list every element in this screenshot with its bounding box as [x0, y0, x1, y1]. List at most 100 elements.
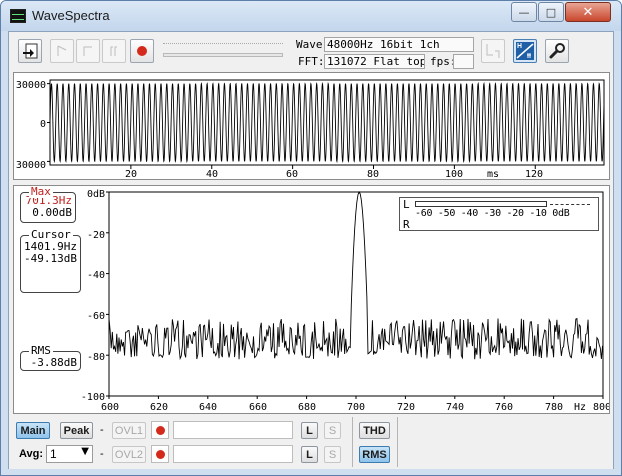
- ovl1-button[interactable]: OVL1: [112, 422, 146, 439]
- level-meter: L -60 -50 -40 -30 -20 -10 0dB R: [399, 197, 599, 231]
- spec-y-tick-40: -40: [87, 270, 105, 281]
- spec-x-tick-620: 620: [150, 402, 168, 413]
- position-slider[interactable]: [161, 42, 287, 62]
- fft-setting-field: 131072 Flat top: [324, 54, 425, 69]
- main-button[interactable]: Main: [16, 422, 50, 439]
- ovl1-record-button[interactable]: [151, 421, 169, 439]
- wave-x-tick-60: 60: [286, 169, 298, 179]
- cursor-readout: Cursor 1401.9Hz -49.13dB: [20, 229, 81, 293]
- spec-x-tick-640: 640: [199, 402, 217, 413]
- wave-y-tick-zero: 0: [40, 119, 46, 130]
- app-window: WaveSpectra — □ ✕ Wave: 48000Hz 16bit 1c…: [0, 0, 622, 476]
- wave-y-tick-min: -30000: [14, 160, 46, 171]
- ovl2-record-button[interactable]: [151, 445, 169, 463]
- ovl1-load-button[interactable]: L: [301, 422, 318, 439]
- spec-x-tick-760: 760: [495, 402, 513, 413]
- cursor-caption: Cursor: [29, 228, 73, 241]
- spectrum-panel[interactable]: 0dB -20 -40 -60 -80 -100 600 620 640 660…: [13, 185, 610, 414]
- spec-x-unit: Hz: [574, 402, 586, 413]
- stop-button[interactable]: [76, 39, 100, 63]
- ovl1-save-button[interactable]: S: [324, 422, 341, 439]
- spec-x-tick-600: 600: [101, 402, 119, 413]
- spec-x-tick-740: 740: [446, 402, 464, 413]
- wave-x-tick-80: 80: [367, 169, 379, 179]
- ovl2-dash: -: [100, 448, 104, 460]
- ovl2-button[interactable]: OVL2: [112, 446, 146, 463]
- title-bar[interactable]: WaveSpectra — □ ✕: [1, 1, 621, 31]
- spec-x-tick-780: 780: [545, 402, 563, 413]
- max-caption: Max: [29, 185, 53, 198]
- max-level: 0.00dB: [32, 206, 72, 219]
- slider-track: [163, 53, 283, 57]
- maximize-icon: □: [545, 5, 557, 19]
- level-meter-left-bar: [415, 201, 547, 207]
- bottom-divider: [352, 417, 353, 467]
- rms-caption: RMS: [29, 344, 53, 357]
- waveform-panel[interactable]: 30000 0 -30000 20 40 60 80 100 ms 120: [13, 72, 610, 180]
- spec-y-tick-60: -60: [87, 311, 105, 322]
- settings-button[interactable]: [545, 39, 569, 63]
- ovl2-load-button[interactable]: L: [301, 446, 318, 463]
- wave-x-tick-40: 40: [206, 169, 218, 179]
- waveform-chart: 30000 0 -30000 20 40 60 80 100 ms 120: [14, 79, 605, 179]
- pause-button[interactable]: [102, 39, 126, 63]
- record-icon: [137, 46, 147, 56]
- channel-icon: [486, 44, 500, 58]
- level-meter-scale: -60 -50 -40 -30 -20 -10 0dB: [415, 208, 570, 219]
- spec-x-tick-660: 660: [249, 402, 267, 413]
- level-meter-left-peak: [550, 204, 590, 205]
- wave-x-tick-120: 120: [525, 169, 543, 179]
- peak-button[interactable]: Peak: [60, 422, 93, 439]
- avg-select[interactable]: 1 ▼: [46, 445, 93, 463]
- stop-icon: [83, 46, 92, 56]
- open-file-icon: [23, 43, 38, 59]
- minimize-button[interactable]: —: [511, 2, 537, 22]
- cursor-level: -49.13dB: [24, 252, 77, 265]
- slider-ticks: [163, 43, 283, 48]
- spec-x-tick-720: 720: [397, 402, 415, 413]
- ovl1-dash: -: [100, 424, 104, 436]
- wave-y-tick-max: 30000: [16, 80, 46, 91]
- rms-button[interactable]: RMS: [359, 446, 390, 463]
- wave-x-tick-100: 100: [445, 169, 463, 179]
- close-button[interactable]: ✕: [565, 2, 611, 22]
- open-file-button[interactable]: [18, 39, 42, 63]
- fft-label: FFT:: [298, 55, 325, 68]
- spec-y-tick-0: 0dB: [87, 189, 105, 200]
- wave-format-field: 48000Hz 16bit 1ch: [324, 37, 474, 52]
- channel-button[interactable]: [481, 39, 505, 63]
- wave-x-tick-20: 20: [125, 169, 137, 179]
- max-readout: Max 701.3Hz 0.00dB: [20, 186, 76, 223]
- window-title: WaveSpectra: [32, 8, 110, 23]
- wavespectra-app-icon: [10, 9, 26, 23]
- avg-value: 1: [50, 447, 57, 461]
- ovl1-name-field[interactable]: [173, 421, 293, 439]
- client-area: Wave: 48000Hz 16bit 1ch FFT: 131072 Flat…: [8, 31, 614, 469]
- rms-readout: RMS -3.88dB: [20, 345, 81, 371]
- wrench-icon: [549, 43, 565, 59]
- level-meter-left-label: L: [403, 198, 410, 211]
- ovl2-save-button[interactable]: S: [324, 446, 341, 463]
- ovl1-record-icon: [155, 425, 165, 435]
- play-icon: [57, 45, 67, 56]
- ovl2-name-field[interactable]: [173, 445, 293, 463]
- toolbar: Wave: 48000Hz 16bit 1ch FFT: 131072 Flat…: [9, 32, 613, 70]
- frequency-settings-button[interactable]: [513, 39, 537, 63]
- spec-x-tick-800: 800: [593, 402, 609, 413]
- bottom-control-bar: Main Peak - OVL1 L S Avg: 1 ▼ - OVL2 L S…: [9, 415, 613, 469]
- maximize-button[interactable]: □: [538, 2, 564, 22]
- spec-x-tick-680: 680: [298, 402, 316, 413]
- rms-value: -3.88dB: [30, 356, 77, 369]
- spec-x-tick-700: 700: [347, 402, 365, 413]
- spec-y-tick-80: -80: [87, 352, 105, 363]
- chevron-down-icon: ▼: [81, 446, 89, 457]
- fps-field: [453, 54, 474, 69]
- minimize-icon: —: [518, 5, 530, 19]
- spec-y-tick-20: -20: [87, 230, 105, 241]
- thd-button[interactable]: THD: [359, 422, 390, 439]
- bottom-divider-2: [397, 417, 398, 467]
- record-button[interactable]: [130, 39, 154, 63]
- play-button[interactable]: [50, 39, 74, 63]
- wave-x-unit: ms: [487, 169, 499, 179]
- avg-label: Avg:: [19, 448, 44, 460]
